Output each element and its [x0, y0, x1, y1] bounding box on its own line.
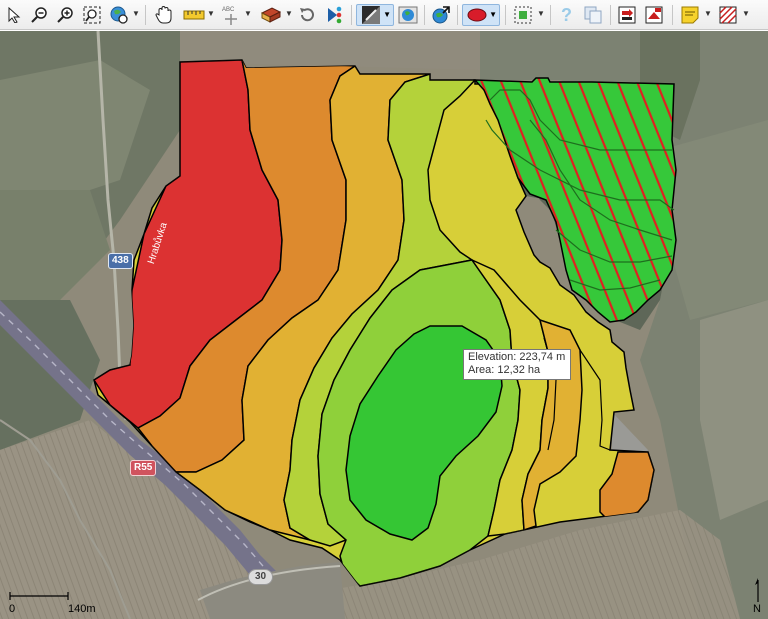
dropdown-arrow-icon[interactable]: ▼ — [285, 9, 293, 18]
copy-icon[interactable] — [582, 4, 604, 26]
map-canvas[interactable] — [0, 31, 768, 619]
zoom-out-icon[interactable] — [28, 4, 50, 26]
export-left-icon[interactable] — [615, 4, 639, 26]
road-label-438: 438 — [108, 253, 133, 269]
toolbar-separator — [550, 5, 551, 25]
tooltip-area: Area: 12,32 ha — [468, 364, 541, 376]
hatch-pattern-icon[interactable] — [716, 4, 740, 26]
globe-layer-icon[interactable] — [396, 4, 420, 26]
export-right-icon[interactable] — [642, 4, 666, 26]
dropdown-arrow-icon[interactable]: ▼ — [132, 9, 140, 18]
scale-end-label: 140m — [68, 603, 96, 615]
measure-ruler-icon[interactable] — [182, 4, 206, 26]
dropdown-arrow-icon[interactable]: ▼ — [207, 9, 215, 18]
dropdown-arrow-icon[interactable]: ▼ — [537, 9, 545, 18]
road-label-30: 30 — [248, 569, 274, 585]
toolbar-separator — [457, 5, 458, 25]
toolbar-separator — [505, 5, 506, 25]
undo-icon[interactable] — [296, 4, 318, 26]
globe-zoom-icon[interactable] — [108, 4, 130, 26]
select-frame-icon[interactable] — [511, 4, 535, 26]
svg-text:?: ? — [561, 5, 572, 25]
layer-book-icon[interactable] — [258, 4, 284, 26]
zoom-in-icon[interactable] — [54, 4, 76, 26]
svg-text:ABC: ABC — [222, 7, 235, 13]
toolbar-separator — [145, 5, 146, 25]
map-view[interactable]: 438 R55 30 Hrabůvka Elevation: 223,74 m … — [0, 31, 768, 619]
note-icon[interactable] — [678, 4, 702, 26]
scale-start-label: 0 — [9, 603, 16, 615]
toolbar-separator — [610, 5, 611, 25]
elevation-layer-button[interactable]: ▼ — [356, 4, 394, 26]
dropdown-arrow-icon[interactable]: ▼ — [244, 9, 252, 18]
pan-hand-icon[interactable] — [152, 4, 176, 26]
toolbar-separator — [351, 5, 352, 25]
globe-arrow-icon[interactable] — [429, 4, 453, 26]
dropdown-arrow-icon[interactable]: ▼ — [742, 9, 750, 18]
north-label: N — [753, 603, 761, 615]
toolbar: ▼ ▼ ABC ▼ ▼ ▼ ▼ ▼ ? ▼ ▼ — [0, 0, 768, 30]
ellipse-shape-button[interactable]: ▼ — [462, 4, 500, 26]
road-label-r55: R55 — [130, 460, 157, 476]
label-tool-icon[interactable]: ABC — [219, 4, 243, 26]
toolbar-separator — [672, 5, 673, 25]
share-icon[interactable] — [322, 4, 346, 26]
tooltip-elevation: Elevation: 223,74 m — [468, 351, 566, 363]
zoom-extent-icon[interactable] — [80, 4, 104, 26]
dropdown-arrow-icon[interactable]: ▼ — [704, 9, 712, 18]
select-arrow-icon[interactable] — [4, 4, 24, 26]
toolbar-separator — [424, 5, 425, 25]
elevation-tooltip: Elevation: 223,74 m Area: 12,32 ha — [463, 349, 572, 380]
help-icon[interactable]: ? — [556, 4, 578, 26]
